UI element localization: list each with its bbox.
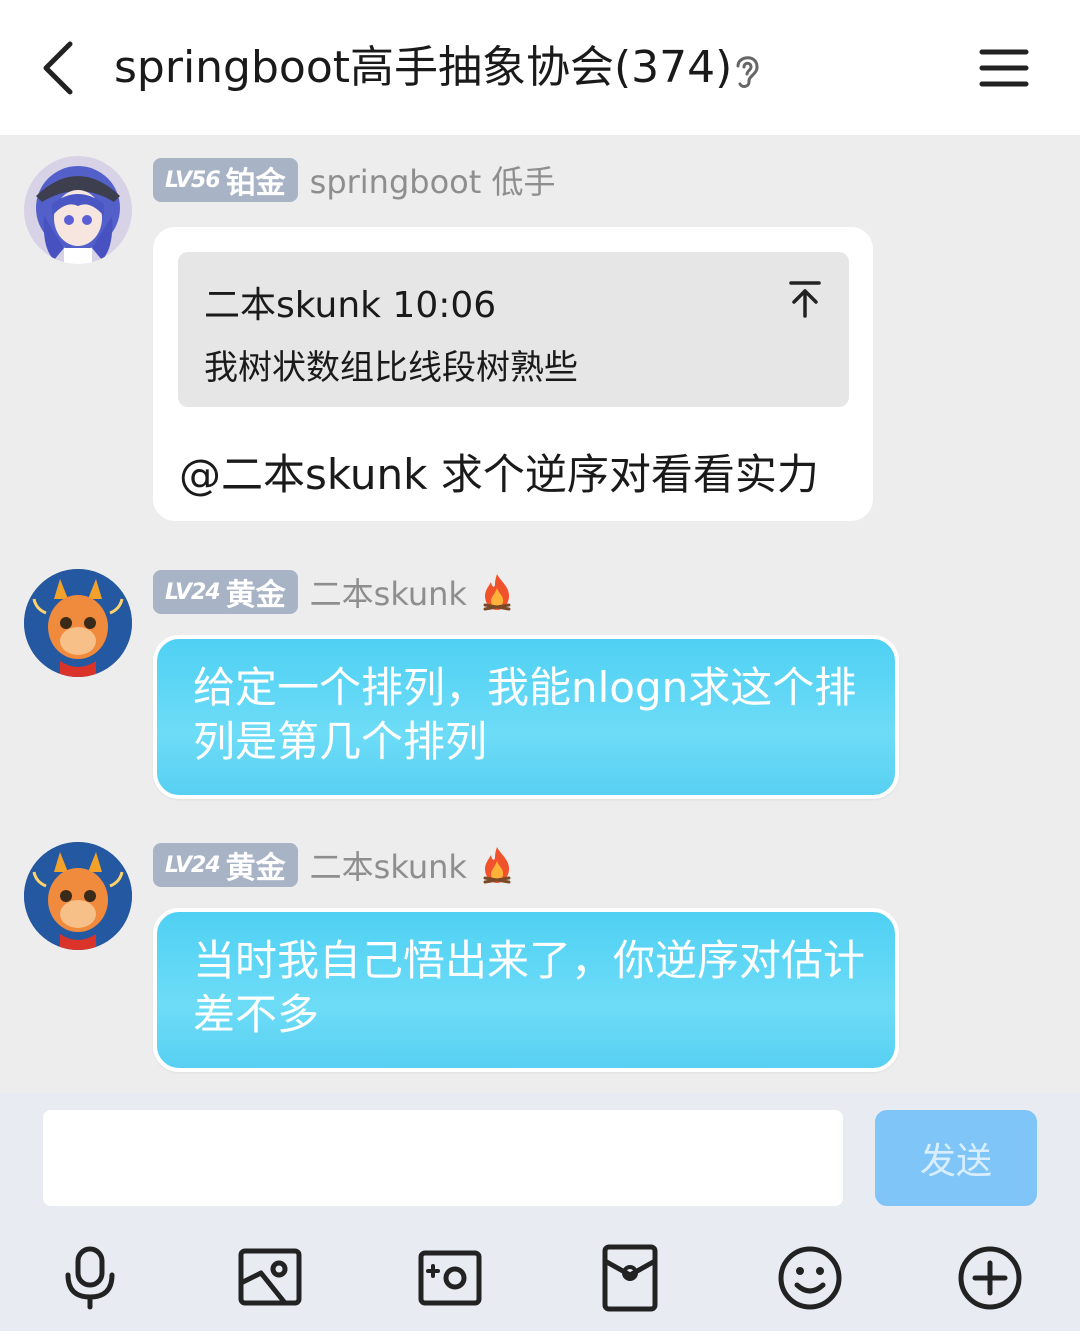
sender-meta: LV24 黄金 二本skunk xyxy=(153,570,517,614)
message-input[interactable] xyxy=(43,1110,843,1206)
level-badge: LV56 铂金 xyxy=(153,158,298,202)
quoted-message[interactable]: 二本skunk 10:06 我树状数组比线段树熟些 xyxy=(178,252,849,407)
image-icon xyxy=(238,1248,302,1306)
fire-icon xyxy=(483,574,511,611)
message-text: 给定一个排列，我能nlogn求这个排列是第几个排列 xyxy=(193,663,857,766)
red-envelope-button[interactable] xyxy=(595,1243,665,1313)
composer-bar: 发送 xyxy=(0,1093,1080,1331)
emoji-icon xyxy=(778,1246,842,1310)
level-badge: LV24 黄金 xyxy=(153,843,298,887)
plus-icon xyxy=(958,1246,1022,1310)
send-button[interactable]: 发送 xyxy=(875,1110,1037,1206)
level-number: LV24 xyxy=(165,852,221,878)
back-button[interactable] xyxy=(32,36,92,100)
top-bar: springboot高手抽象协会(374) xyxy=(0,0,1080,135)
level-number: LV24 xyxy=(165,579,221,605)
message-bubble[interactable]: 给定一个排列，我能nlogn求这个排列是第几个排列 xyxy=(153,635,899,799)
more-button[interactable] xyxy=(955,1243,1025,1313)
avatar[interactable] xyxy=(24,569,132,677)
sender-meta: LV56 铂金 springboot 低手 xyxy=(153,158,555,202)
ear-icon[interactable] xyxy=(730,50,764,90)
jump-to-top-icon[interactable] xyxy=(786,278,824,320)
level-rank: 黄金 xyxy=(225,851,286,886)
chevron-left-icon xyxy=(43,41,73,95)
message-bubble[interactable]: 当时我自己悟出来了，你逆序对估计差不多 xyxy=(153,908,899,1072)
menu-button[interactable] xyxy=(976,44,1032,92)
chat-message-list[interactable]: LV56 铂金 springboot 低手 二本skunk 10:06 我树状数… xyxy=(0,135,1080,1093)
quote-text: 我树状数组比线段树熟些 xyxy=(204,348,578,388)
camera-icon xyxy=(418,1250,482,1306)
red-envelope-icon xyxy=(602,1244,658,1312)
quote-author-time: 二本skunk 10:06 xyxy=(204,285,497,326)
camera-button[interactable] xyxy=(415,1243,485,1313)
avatar[interactable] xyxy=(24,156,132,264)
microphone-icon xyxy=(65,1246,115,1310)
level-badge: LV24 黄金 xyxy=(153,570,298,614)
sender-meta: LV24 黄金 二本skunk xyxy=(153,843,517,887)
sender-nickname: 二本skunk xyxy=(309,848,467,886)
sender-nickname: 二本skunk xyxy=(309,575,467,613)
avatar[interactable] xyxy=(24,842,132,950)
voice-button[interactable] xyxy=(55,1243,125,1313)
emoji-button[interactable] xyxy=(775,1243,845,1313)
message-text: 当时我自己悟出来了，你逆序对估计差不多 xyxy=(193,936,866,1039)
sender-nickname: springboot 低手 xyxy=(309,163,556,201)
level-rank: 铂金 xyxy=(225,166,286,201)
fire-icon xyxy=(483,847,511,884)
level-number: LV56 xyxy=(165,167,221,193)
message-bubble[interactable]: 二本skunk 10:06 我树状数组比线段树熟些 @二本skunk 求个逆序对… xyxy=(153,227,873,521)
chat-title: springboot高手抽象协会(374) xyxy=(114,42,733,93)
message-text: @二本skunk 求个逆序对看看实力 xyxy=(179,450,819,499)
level-rank: 黄金 xyxy=(225,578,286,613)
hamburger-menu-icon xyxy=(979,49,1029,87)
image-button[interactable] xyxy=(235,1243,305,1313)
